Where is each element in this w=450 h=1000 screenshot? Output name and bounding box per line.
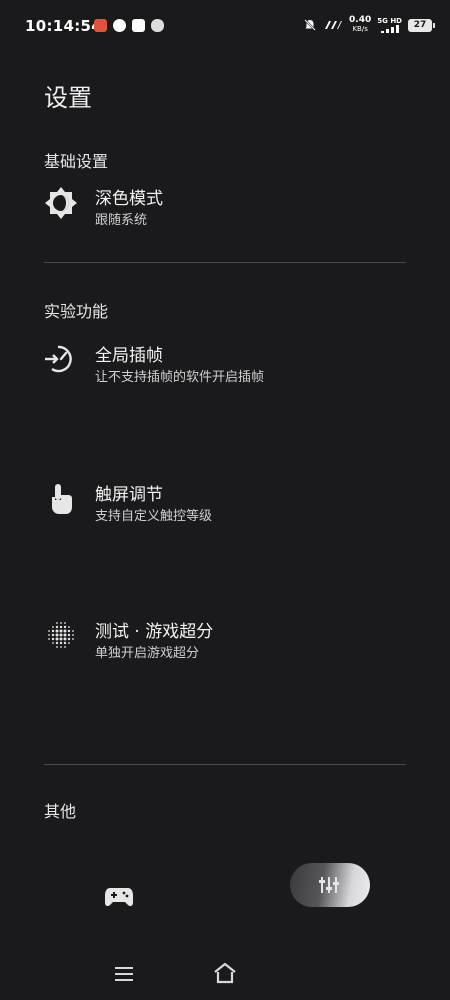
setting-title: 全局插帧 [95,346,163,366]
net-speed-value: 0.40 [349,15,372,25]
home-icon[interactable] [212,961,238,985]
touch-hand-icon [52,484,72,514]
signal-block: 5G HD [377,16,402,33]
carrier-logo-icon [325,21,343,29]
signal-bars-icon [380,24,399,33]
gamepad-icon[interactable] [104,885,134,909]
bottom-navigation [0,855,450,945]
menu-icon[interactable] [113,964,135,984]
settings-screen: 10:14:54 0.40 KB/s 5G HD 27 设置 基础设置 深色模式… [0,0,450,1000]
network-label: 5G HD [377,16,402,25]
status-bar: 10:14:54 0.40 KB/s 5G HD 27 [0,0,450,50]
app-notification-icon [151,19,164,32]
section-header-other: 其他 [44,802,77,821]
dot-grid-icon [48,622,74,648]
setting-subtitle: 让不支持插帧的软件开启插帧 [95,370,265,385]
divider [44,262,406,263]
divider [44,764,406,765]
section-header-basic: 基础设置 [44,152,109,171]
setting-subtitle: 支持自定义触控等级 [95,509,213,524]
nav-settings-tab[interactable] [290,863,370,907]
setting-frame-interpolation[interactable]: 全局插帧 让不支持插帧的软件开启插帧 [0,338,450,398]
settings-icon [319,877,339,893]
setting-subtitle: 单独开启游戏超分 [95,646,200,661]
setting-title: 触屏调节 [95,485,163,505]
system-navigation [0,950,450,1000]
mail-notification-icon [132,19,145,32]
setting-game-upscale[interactable]: 测试 · 游戏超分 单独开启游戏超分 [0,614,450,674]
setting-title: 测试 · 游戏超分 [95,622,214,642]
net-speed-unit: KB/s [352,25,368,33]
setting-touch-adjust[interactable]: 触屏调节 支持自定义触控等级 [0,477,450,537]
section-header-experimental: 实验功能 [44,302,109,321]
timer-arrow-icon [45,345,72,373]
status-right: 0.40 KB/s 5G HD 27 [303,16,435,34]
app-notification-icon [113,19,126,32]
brightness-auto-icon [45,187,77,219]
battery-indicator: 27 [408,18,435,32]
app-notification-icon [94,19,107,32]
mute-bell-icon [304,19,316,31]
setting-title: 深色模式 [95,189,163,209]
page-title: 设置 [44,84,92,112]
setting-dark-mode[interactable]: 深色模式 跟随系统 [0,180,450,240]
status-time: 10:14:54 [25,17,103,35]
notification-icons [94,19,164,32]
setting-subtitle: 跟随系统 [95,213,148,228]
net-speed: 0.40 KB/s [349,16,371,34]
